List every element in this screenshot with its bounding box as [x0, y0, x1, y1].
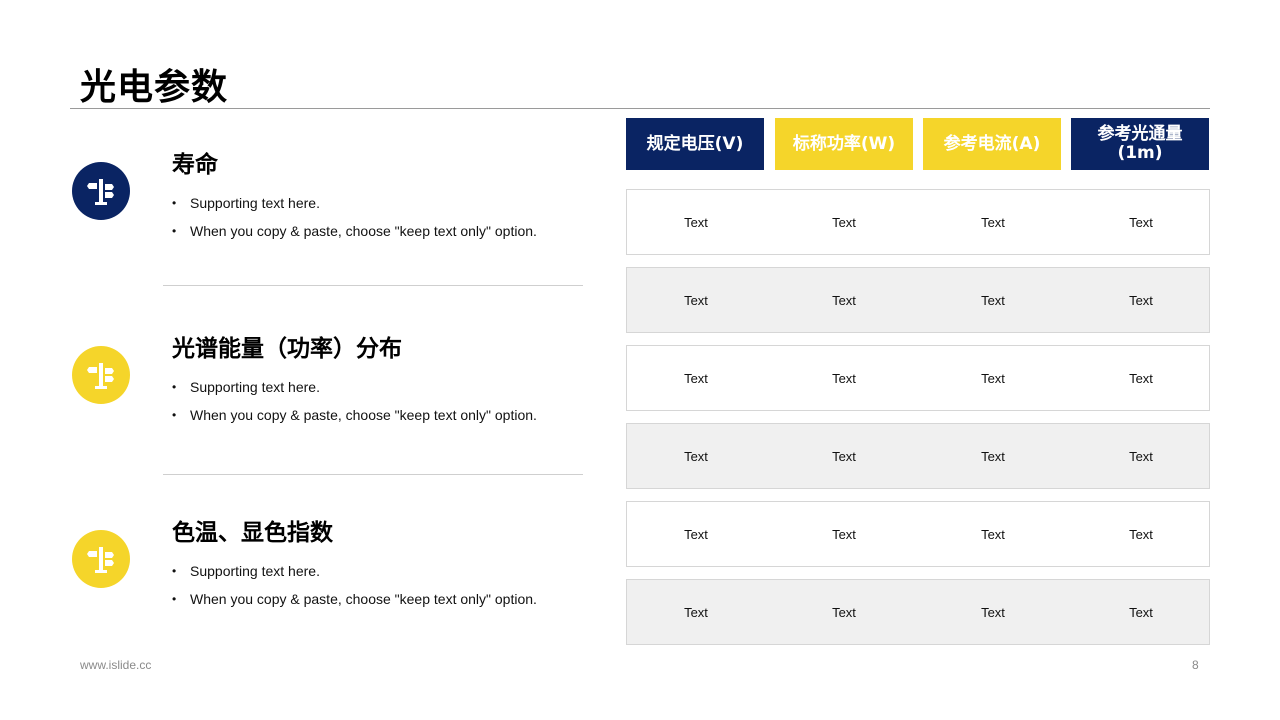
table-cell: Text [832, 370, 856, 386]
section-lifespan: 寿命 Supporting text here. When you copy &… [70, 145, 590, 285]
bullet-item: Supporting text here. [172, 189, 537, 217]
table-row: Text Text Text Text [626, 579, 1210, 645]
table-cell: Text [981, 292, 1005, 308]
page-title: 光电参数 [80, 67, 229, 108]
section-divider [163, 474, 583, 475]
section-title: 光谱能量（功率）分布 [172, 336, 402, 362]
footer-website: www.islide.cc [80, 658, 152, 672]
table-cell: Text [981, 370, 1005, 386]
section-divider [163, 285, 583, 286]
bullet-list: Supporting text here. When you copy & pa… [172, 557, 537, 613]
page-number: 8 [1192, 658, 1199, 672]
signpost-icon [72, 346, 130, 404]
table-cell: Text [981, 448, 1005, 464]
table-row: Text Text Text Text [626, 423, 1210, 489]
table-cell: Text [684, 604, 708, 620]
table-cell: Text [1129, 370, 1153, 386]
table-cell: Text [981, 214, 1005, 230]
table-cell: Text [684, 448, 708, 464]
table-header-power: 标称功率(W) [775, 118, 913, 170]
table-header-voltage: 规定电压(V) [626, 118, 764, 170]
table-row: Text Text Text Text [626, 501, 1210, 567]
section-color-temperature: 色温、显色指数 Supporting text here. When you c… [70, 513, 590, 653]
table-cell: Text [981, 526, 1005, 542]
title-divider [70, 108, 1210, 109]
bullet-item: Supporting text here. [172, 557, 537, 585]
table-cell: Text [832, 526, 856, 542]
table-cell: Text [832, 604, 856, 620]
signpost-icon [72, 530, 130, 588]
table-cell: Text [1129, 214, 1153, 230]
table-cell: Text [1129, 448, 1153, 464]
section-title: 寿命 [172, 152, 218, 178]
table-cell: Text [684, 526, 708, 542]
table-cell: Text [832, 292, 856, 308]
table-header-luminous-flux: 参考光通量 (1m) [1071, 118, 1209, 170]
table-row: Text Text Text Text [626, 345, 1210, 411]
table-row: Text Text Text Text [626, 267, 1210, 333]
bullet-list: Supporting text here. When you copy & pa… [172, 189, 537, 245]
table-cell: Text [684, 370, 708, 386]
bullet-item: When you copy & paste, choose "keep text… [172, 217, 537, 245]
bullet-item: When you copy & paste, choose "keep text… [172, 585, 537, 613]
section-title: 色温、显色指数 [172, 520, 333, 546]
table-cell: Text [684, 214, 708, 230]
table-cell: Text [1129, 526, 1153, 542]
table-cell: Text [832, 448, 856, 464]
table-cell: Text [1129, 604, 1153, 620]
bullet-item: Supporting text here. [172, 373, 537, 401]
table-cell: Text [832, 214, 856, 230]
section-spectral-distribution: 光谱能量（功率）分布 Supporting text here. When yo… [70, 329, 590, 469]
table-cell: Text [1129, 292, 1153, 308]
table-header-current: 参考电流(A) [923, 118, 1061, 170]
table-row: Text Text Text Text [626, 189, 1210, 255]
table-cell: Text [981, 604, 1005, 620]
table-cell: Text [684, 292, 708, 308]
bullet-list: Supporting text here. When you copy & pa… [172, 373, 537, 429]
bullet-item: When you copy & paste, choose "keep text… [172, 401, 537, 429]
signpost-icon [72, 162, 130, 220]
